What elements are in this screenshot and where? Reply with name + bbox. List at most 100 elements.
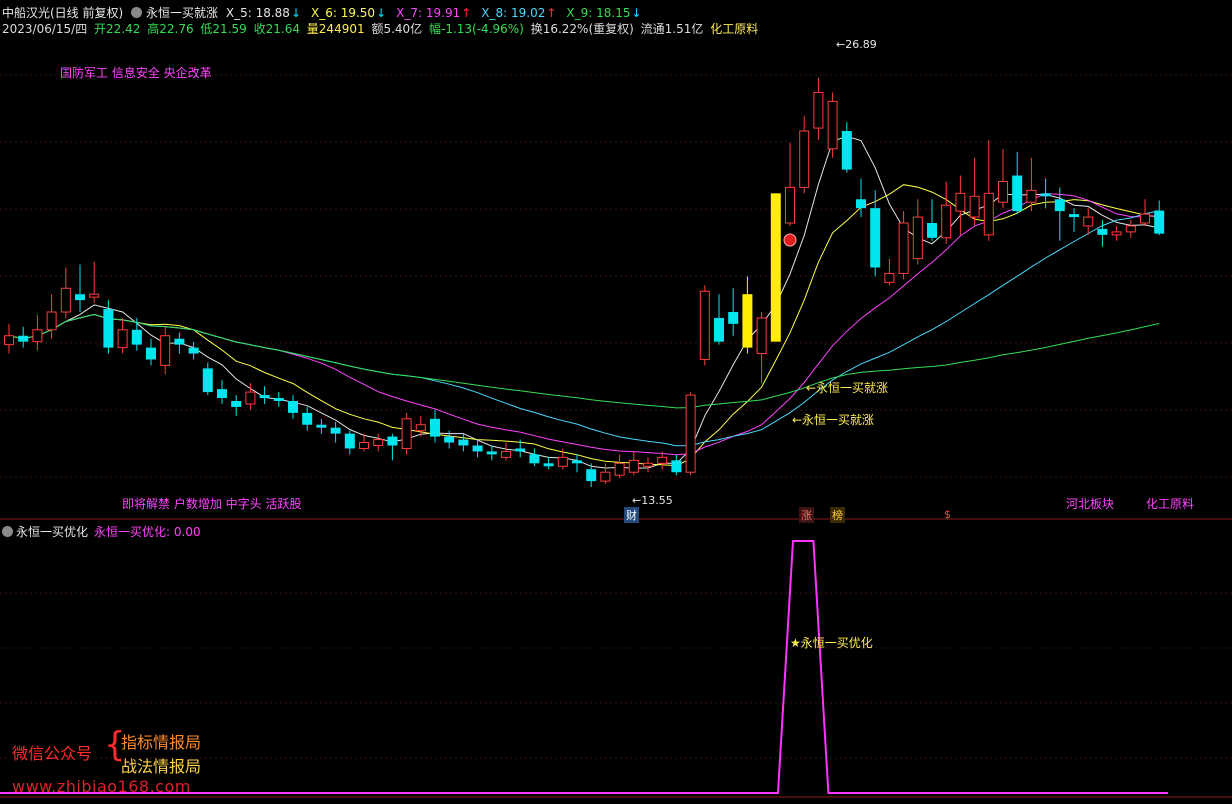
candle-body-up: [912, 216, 923, 260]
candle-body-down: [131, 329, 142, 345]
candle-body-down: [1097, 228, 1108, 235]
candle-body-down: [146, 347, 156, 360]
signal-label-2: ←永恒一买就涨: [792, 413, 875, 427]
candle-body-up: [827, 100, 838, 150]
candle-body-up: [1140, 213, 1150, 224]
stock-title[interactable]: 中船汉光(日线 前复权): [2, 6, 123, 20]
event-marker-dollar[interactable]: $: [944, 508, 951, 521]
candle-body-down: [870, 208, 881, 268]
candle-body-up: [60, 287, 71, 313]
candle-body-up: [685, 394, 696, 473]
arrow-down-icon: ↓: [376, 6, 387, 20]
candle-body-up: [4, 335, 14, 346]
candle-body-down: [572, 460, 582, 464]
candle-body-down: [75, 294, 85, 301]
candle-body-down: [856, 199, 866, 209]
candle-body-up: [46, 311, 57, 331]
candle-body-down: [259, 395, 270, 399]
candle-body-down: [1040, 193, 1051, 197]
candle-body-up: [898, 222, 909, 274]
candle-body-down: [472, 445, 483, 452]
ma-legend: X_5: 18.88↓ X_6: 19.50↓ X_7: 19.91↑ X_8: 19…: [226, 6, 652, 20]
sub-panel-title[interactable]: 永恒一买优化: [16, 525, 88, 539]
candle-body-down: [841, 131, 852, 170]
candle-body-down: [217, 389, 227, 399]
wechat-label: 微信公众号: [12, 744, 93, 763]
candle-body-down: [288, 401, 298, 413]
candle-body-limit-up: [770, 193, 781, 342]
candle-body-up: [657, 456, 668, 464]
candle-body-up: [998, 180, 1008, 203]
indicator-settings-icon[interactable]: [131, 7, 143, 18]
arrow-up-icon: ↑: [461, 6, 472, 20]
candle-body-down: [316, 424, 327, 428]
signal-label-1: ←永恒一买就涨: [806, 381, 889, 395]
quote-change: 幅-1.13(-4.96%): [429, 22, 524, 36]
ma-legend-item: X_5: 18.88↓: [225, 6, 301, 20]
quote-close: 收21.64: [253, 22, 300, 36]
sub-panel-value: 永恒一买优化: 0.00: [94, 525, 201, 539]
event-marker-cai[interactable]: 财: [624, 507, 639, 523]
candle-body-up: [359, 442, 369, 449]
low-price-label: ←13.55: [632, 494, 673, 507]
candle-body-down: [927, 223, 937, 238]
indicator-name[interactable]: 永恒一买就涨: [146, 6, 218, 20]
candle-body-down: [515, 448, 526, 452]
candle-body-down: [188, 347, 199, 354]
kline-chart[interactable]: [0, 0, 1232, 804]
quote-open: 开22.42: [94, 22, 141, 36]
quote-amount: 额5.40亿: [371, 22, 423, 36]
candle-body-up: [969, 195, 980, 218]
candle-body-down: [387, 436, 398, 446]
candle-body-up: [1111, 231, 1122, 236]
candle-body-up: [557, 456, 568, 467]
candle-body-up: [32, 329, 43, 343]
region-tag[interactable]: 河北板块: [1066, 495, 1114, 512]
candle-body-down: [273, 398, 284, 401]
candle-body-limit-up: [742, 294, 753, 348]
high-price-label: ←26.89: [836, 38, 877, 51]
candle-body-down: [1154, 210, 1165, 234]
candle-body-up: [884, 272, 895, 283]
candle-body-up: [799, 130, 810, 188]
sub-signal-label: ★永恒一买优化: [790, 636, 873, 650]
candle-body-up: [614, 462, 625, 476]
watermark-line1: 指标情报局: [121, 733, 202, 752]
candle-body-up: [117, 329, 128, 349]
candle-body-up: [501, 450, 511, 458]
candle-body-down: [1012, 175, 1023, 212]
candle-body-up: [785, 186, 795, 224]
sub-panel-header: 永恒一买优化 永恒一买优化: 0.00: [2, 523, 201, 540]
quote-low: 低21.59: [200, 22, 247, 36]
candle-body-down: [543, 463, 554, 467]
watermark-line2: 战法情报局: [121, 757, 202, 776]
candle-body-up: [373, 439, 384, 447]
quote-turnover: 换16.22%(重复权): [530, 22, 634, 36]
candle-body-down: [202, 368, 213, 393]
candle-body-up: [89, 293, 100, 298]
candle-body-down: [231, 401, 242, 407]
candle-body-up: [628, 459, 639, 473]
candle-body-down: [486, 451, 497, 455]
sub-settings-icon[interactable]: [2, 526, 13, 537]
quote-bar: 2023/06/15/四 开22.42 高22.76 低21.59 收21.64…: [2, 20, 761, 37]
concept-top[interactable]: 国防军工 信息安全 央企改革: [60, 64, 212, 81]
candle-body-up: [1026, 189, 1037, 203]
quote-industry[interactable]: 化工原料: [710, 22, 758, 36]
industry-tag[interactable]: 化工原料: [1146, 495, 1194, 512]
concept-bottom[interactable]: 即将解禁 户数增加 中字头 活跃股: [122, 495, 301, 512]
candle-body-up: [983, 192, 994, 236]
candle-body-up: [813, 91, 824, 129]
candle-body-down: [302, 412, 313, 425]
candle-body-up: [245, 391, 256, 405]
candle-body-down: [18, 335, 29, 342]
candle-body-up: [941, 204, 952, 239]
candle-body-down: [444, 436, 455, 443]
candle-body-down: [430, 418, 440, 437]
arrow-down-icon: ↓: [290, 6, 301, 20]
event-marker-zhang[interactable]: 涨: [799, 507, 814, 523]
candle-body-up: [955, 192, 966, 212]
ma-legend-item: X_8: 19.02↑: [481, 6, 557, 20]
event-marker-bang[interactable]: 榜: [830, 507, 845, 523]
watermark-url[interactable]: www.zhibiao168.com: [12, 777, 191, 796]
